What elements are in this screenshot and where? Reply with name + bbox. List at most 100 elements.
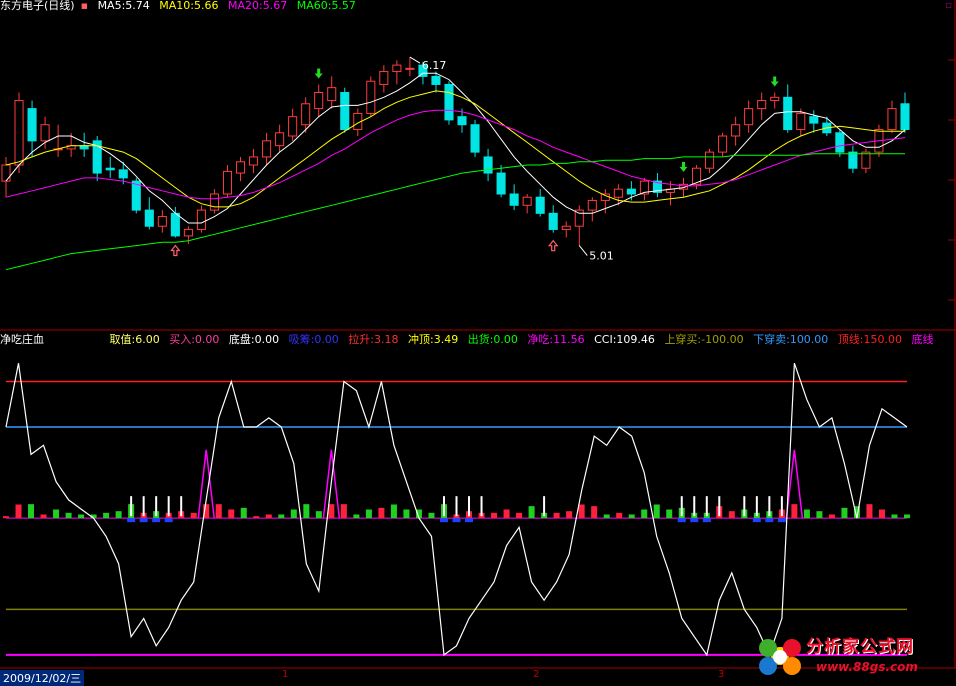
histogram-bar (666, 509, 673, 519)
logo-name: 分析家公式网 (806, 637, 914, 657)
candle-body (379, 71, 389, 85)
histogram-bar (516, 512, 523, 519)
absorb-bar (752, 518, 761, 523)
low-pointer (578, 245, 588, 256)
candle-body (705, 151, 715, 169)
ma-line-ma10 (5, 90, 905, 208)
candle-body (183, 228, 193, 237)
candle-body (392, 64, 402, 73)
absorb-bar (127, 518, 136, 523)
histogram-bar (40, 514, 47, 519)
histogram-bar (303, 504, 310, 519)
histogram-bar (315, 511, 322, 519)
candle-body (744, 108, 754, 126)
watermark-logo: 分析家公式网 www.88gs.com (752, 626, 956, 686)
candle-body (796, 112, 806, 131)
candle-body (731, 124, 741, 137)
sell-arrow-icon (314, 68, 323, 79)
cursor-date: 2009/12/02/三 (0, 670, 85, 686)
candle-body (757, 100, 767, 110)
histogram-bar (653, 504, 660, 519)
sell-arrow-icon (770, 76, 779, 87)
candle-body (861, 151, 871, 169)
histogram-bar (403, 509, 410, 519)
histogram-bar (65, 512, 72, 519)
histogram-bar (603, 514, 610, 519)
histogram-bar (553, 512, 560, 519)
histogram-bar (115, 511, 122, 519)
histogram-bar (566, 511, 573, 519)
histogram-bar (240, 507, 247, 519)
buy-arrow-icon (547, 239, 559, 252)
flower-logo-icon (759, 639, 801, 675)
candle-body (509, 193, 519, 206)
candle-body (900, 103, 910, 131)
candle-body (144, 209, 154, 227)
candle-body (288, 116, 298, 137)
histogram-bar (278, 514, 285, 519)
candle-body (848, 151, 858, 169)
histogram-bar (803, 509, 810, 519)
histogram-bar (891, 514, 898, 519)
candle-body (535, 196, 545, 214)
stock-chart-window: { "top_legend": { "title": "东方电子(日线)", "… (0, 0, 956, 686)
candle-body (314, 92, 324, 110)
candle-body (262, 140, 272, 158)
month-mark-2: 2 (533, 669, 540, 680)
candle-body (887, 108, 897, 131)
candle-body (27, 108, 37, 142)
candle-body (275, 132, 285, 147)
candle-body (327, 87, 337, 102)
candle-body (522, 196, 532, 206)
candle-body (613, 188, 623, 198)
histogram-bar (228, 509, 235, 519)
candle-body (196, 209, 206, 230)
histogram-bar (578, 504, 585, 519)
candle-body (496, 172, 506, 195)
histogram-bar (828, 514, 835, 519)
candle-body (561, 225, 571, 230)
chart-canvas[interactable]: 6.17 5.01 (0, 0, 956, 686)
candle-body (222, 170, 233, 195)
candle-body (835, 132, 845, 153)
histogram-bar (28, 504, 35, 519)
candle-body (249, 156, 259, 166)
high-pointer (409, 56, 421, 64)
candle-body (118, 169, 128, 179)
absorb-bar (139, 518, 148, 523)
histogram-bar (491, 512, 498, 519)
candle-body (40, 124, 50, 142)
absorb-bar (677, 518, 686, 523)
absorb-bar (452, 518, 461, 523)
histogram-bar (290, 509, 297, 519)
histogram-bar (215, 504, 222, 519)
histogram-bar (841, 507, 848, 519)
histogram-bar (253, 516, 260, 519)
month-mark-3: 3 (718, 669, 725, 680)
histogram-bar (3, 516, 9, 519)
buy-arrow-icon (170, 244, 181, 257)
histogram-bar (904, 514, 910, 519)
candle-body (340, 92, 350, 131)
histogram-bar (728, 511, 735, 519)
high-label: 6.17 (422, 59, 447, 72)
candle-body (209, 193, 220, 211)
histogram-bar (78, 514, 85, 519)
candle-body (457, 116, 467, 126)
candle-body (366, 80, 376, 114)
histogram-bar (15, 504, 22, 519)
absorb-bar (765, 518, 774, 523)
candle-body (170, 212, 180, 237)
histogram-bar (190, 512, 197, 519)
candle-body (235, 161, 246, 174)
candle-body (718, 135, 728, 153)
logo-url: www.88gs.com (816, 660, 918, 674)
histogram-bar (591, 506, 598, 519)
histogram-bar (878, 509, 885, 519)
candle-body (783, 96, 793, 131)
candle-body (1, 164, 11, 182)
absorb-bar (439, 518, 448, 523)
candle-body (301, 103, 311, 126)
candle-body (548, 212, 558, 230)
absorb-bar (777, 518, 786, 523)
